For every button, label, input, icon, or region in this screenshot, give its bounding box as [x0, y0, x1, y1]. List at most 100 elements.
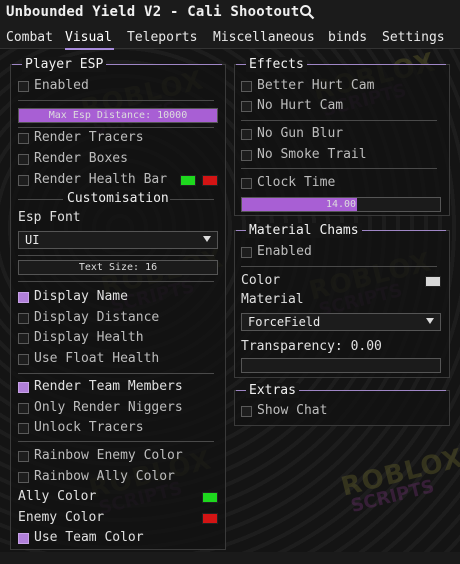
checkbox[interactable] — [241, 247, 252, 258]
panel-title: Material Chams — [246, 223, 362, 238]
show-chat-toggle[interactable]: Show Chat — [241, 403, 441, 421]
clock-time-slider[interactable]: 14.00 — [241, 197, 441, 212]
slider-label: Text Size: 16 — [78, 262, 158, 273]
no-hurt-cam-toggle[interactable]: No Hurt Cam — [241, 98, 441, 116]
better-hurt-cam-toggle[interactable]: Better Hurt Cam — [241, 78, 441, 96]
use-float-health-toggle[interactable]: Use Float Health — [18, 351, 218, 369]
bottom-edge — [0, 552, 460, 564]
customisation-label: Customisation — [67, 191, 169, 206]
checkbox[interactable] — [18, 451, 29, 462]
health-high-color-swatch[interactable] — [180, 175, 196, 186]
checkbox-label: Rainbow Ally Color — [34, 469, 175, 484]
unlock-tracers-toggle[interactable]: Unlock Tracers — [18, 420, 218, 438]
checkbox[interactable] — [18, 133, 29, 144]
ally-color-swatch[interactable] — [202, 492, 218, 503]
render-boxes-toggle[interactable]: Render Boxes — [18, 151, 218, 169]
checkbox-label: Display Health — [34, 330, 144, 345]
search-icon[interactable] — [299, 4, 315, 20]
material-label: Material — [241, 292, 304, 307]
slider-label: Max Esp Distance: 10000 — [48, 110, 188, 121]
checkbox-label: Better Hurt Cam — [257, 78, 375, 93]
max-esp-distance-slider[interactable]: Max Esp Distance: 10000 — [18, 108, 218, 123]
checkbox[interactable] — [18, 403, 29, 414]
checkbox-label: Render Health Bar — [34, 172, 168, 187]
checkbox-label: Unlock Tracers — [34, 420, 144, 435]
tab-teleports[interactable]: Teleports — [127, 30, 197, 45]
divider — [241, 168, 437, 169]
use-team-color-toggle[interactable]: Use Team Color — [18, 530, 218, 548]
tab-visual[interactable]: Visual — [65, 30, 114, 50]
transparency-label: Transparency: 0.00 — [241, 339, 382, 354]
enemy-color-swatch[interactable] — [202, 513, 218, 524]
display-name-toggle[interactable]: Display Name — [18, 289, 218, 307]
window-title: Unbounded Yield V2 - Cali Shootout — [6, 4, 300, 20]
checkbox[interactable] — [18, 472, 29, 483]
checkbox-label: Clock Time — [257, 175, 336, 190]
transparency-slider[interactable] — [241, 358, 441, 373]
display-health-toggle[interactable]: Display Health — [18, 330, 218, 348]
chevron-down-icon — [203, 236, 211, 242]
checkbox-label: No Smoke Trail — [257, 147, 367, 162]
clock-time-toggle[interactable]: Clock Time — [241, 175, 441, 193]
checkbox[interactable] — [18, 423, 29, 434]
checkbox[interactable] — [241, 129, 252, 140]
tab-miscellaneous[interactable]: Miscellaneous — [213, 30, 315, 45]
no-smoke-trail-toggle[interactable]: No Smoke Trail — [241, 147, 441, 165]
no-gun-blur-toggle[interactable]: No Gun Blur — [241, 126, 441, 144]
render-team-members-toggle[interactable]: Render Team Members — [18, 379, 218, 397]
rainbow-ally-color-toggle[interactable]: Rainbow Ally Color — [18, 469, 218, 487]
tab-binds[interactable]: binds — [328, 30, 367, 45]
checkbox[interactable] — [18, 292, 29, 303]
checkbox[interactable] — [18, 313, 29, 324]
divider — [241, 266, 437, 267]
checkbox-label: No Hurt Cam — [257, 98, 344, 113]
text-size-slider[interactable]: Text Size: 16 — [18, 260, 218, 275]
enemy-color-label: Enemy Color — [18, 510, 105, 525]
tab-settings[interactable]: Settings — [382, 30, 445, 45]
divider — [18, 100, 214, 101]
checkbox[interactable] — [241, 178, 252, 189]
esp-font-dropdown[interactable]: UI — [18, 231, 218, 249]
checkbox[interactable] — [241, 101, 252, 112]
checkbox[interactable] — [241, 150, 252, 161]
divider — [18, 441, 214, 442]
tab-combat[interactable]: Combat — [6, 30, 53, 45]
checkbox[interactable] — [18, 354, 29, 365]
enabled-toggle[interactable]: Enabled — [18, 78, 218, 96]
esp-font-label: Esp Font — [18, 210, 81, 225]
title-bar[interactable]: Unbounded Yield V2 - Cali Shootout — [0, 0, 460, 26]
color-label: Color — [241, 273, 281, 288]
checkbox[interactable] — [18, 154, 29, 165]
checkbox[interactable] — [241, 406, 252, 417]
checkbox-label: Render Tracers — [34, 130, 144, 145]
checkbox-label: Rainbow Enemy Color — [34, 448, 183, 463]
divider — [18, 373, 214, 374]
checkbox[interactable] — [18, 81, 29, 92]
checkbox-label: Display Distance — [34, 310, 160, 325]
render-tracers-toggle[interactable]: Render Tracers — [18, 130, 218, 148]
checkbox[interactable] — [241, 81, 252, 92]
checkbox[interactable] — [18, 382, 29, 393]
checkbox-label: No Gun Blur — [257, 126, 344, 141]
rainbow-enemy-color-toggle[interactable]: Rainbow Enemy Color — [18, 448, 218, 466]
divider — [170, 199, 214, 200]
checkbox[interactable] — [18, 533, 29, 544]
checkbox-label: Only Render Niggers — [34, 400, 183, 415]
checkbox[interactable] — [18, 175, 29, 186]
tab-bar: Combat Visual Teleports Miscellaneous bi… — [0, 26, 460, 50]
chams-enabled-toggle[interactable]: Enabled — [241, 244, 441, 262]
panel-title: Extras — [246, 383, 299, 398]
material-dropdown[interactable]: ForceField — [241, 313, 441, 331]
divider — [18, 199, 63, 200]
divider — [18, 127, 214, 128]
health-low-color-swatch[interactable] — [202, 175, 218, 186]
panel-title: Player ESP — [22, 57, 107, 72]
checkbox-label: Show Chat — [257, 403, 328, 418]
chevron-down-icon — [426, 318, 434, 324]
chams-color-swatch[interactable] — [425, 276, 441, 287]
display-distance-toggle[interactable]: Display Distance — [18, 310, 218, 328]
slider-label: 14.00 — [325, 199, 357, 210]
checkbox[interactable] — [18, 333, 29, 344]
only-render-toggle[interactable]: Only Render Niggers — [18, 400, 218, 418]
checkbox-label: Use Team Color — [34, 530, 144, 545]
